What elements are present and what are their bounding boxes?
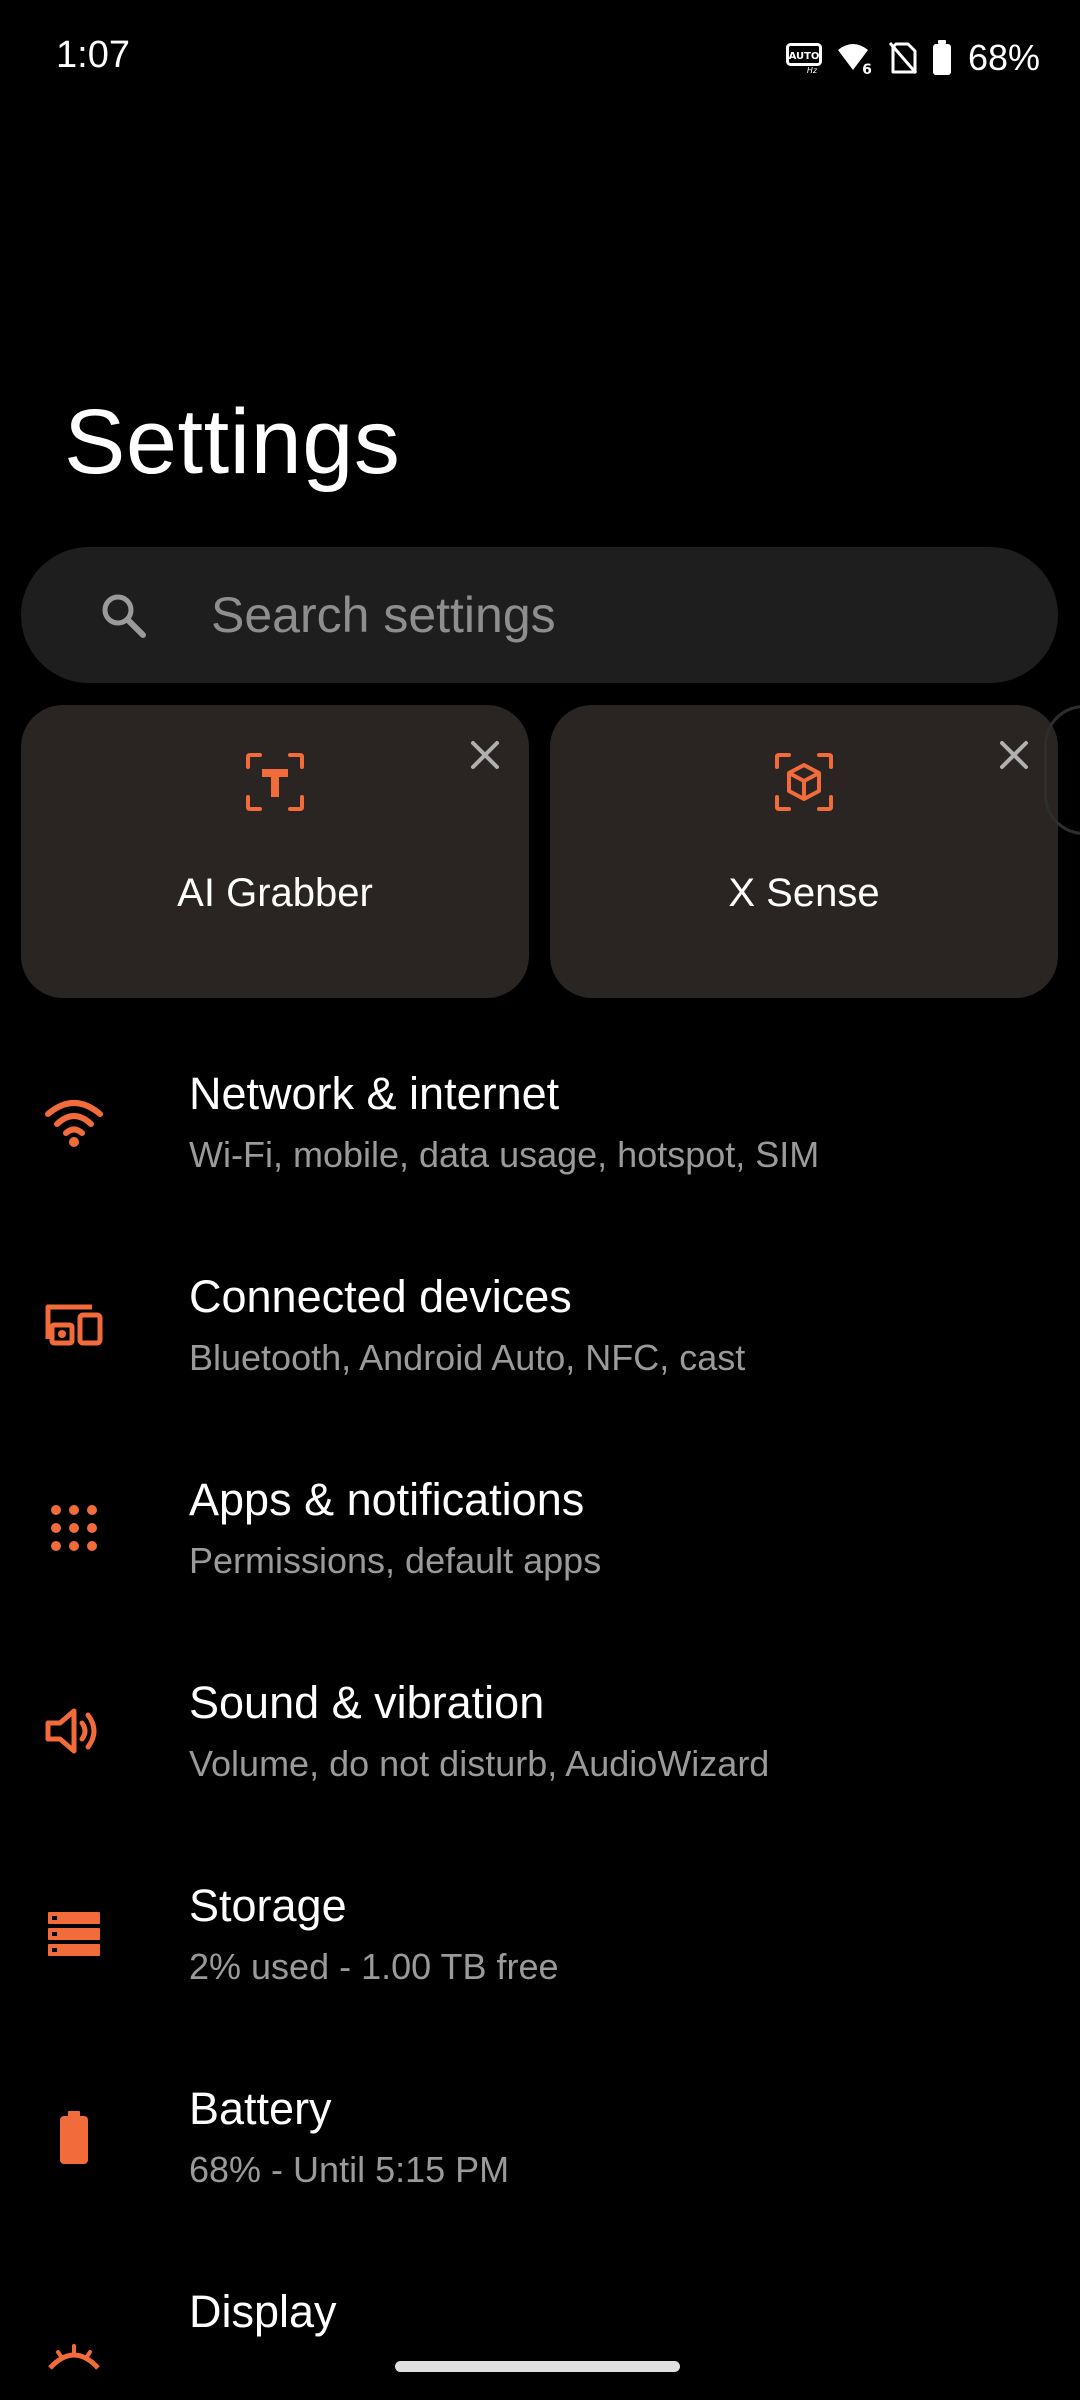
- apps-grid-icon: [42, 1496, 106, 1560]
- battery-percent: 68%: [967, 37, 1040, 78]
- battery-icon: [932, 40, 952, 76]
- setting-title: Sound & vibration: [189, 1677, 545, 1728]
- setting-display[interactable]: Display: [0, 2258, 1080, 2400]
- status-time: 1:07: [56, 34, 130, 76]
- search-bar[interactable]: [21, 547, 1058, 683]
- page-title: Settings: [64, 391, 401, 493]
- setting-title: Network & internet: [189, 1068, 560, 1119]
- close-icon[interactable]: [992, 733, 1036, 777]
- setting-apps-notifications[interactable]: Apps & notifications Permissions, defaul…: [0, 1446, 1080, 1649]
- speaker-icon: [42, 1699, 106, 1763]
- setting-subtitle: Permissions, default apps: [189, 1540, 602, 1581]
- setting-title: Connected devices: [189, 1271, 572, 1322]
- setting-subtitle: Wi-Fi, mobile, data usage, hotspot, SIM: [189, 1134, 820, 1175]
- setting-subtitle: Volume, do not disturb, AudioWizard: [189, 1743, 770, 1784]
- text-scan-icon: [244, 751, 306, 818]
- wifi-icon: [42, 1090, 106, 1154]
- suggestion-label: AI Grabber: [177, 871, 373, 915]
- setting-subtitle: Bluetooth, Android Auto, NFC, cast: [189, 1337, 746, 1378]
- close-icon[interactable]: [463, 733, 507, 777]
- setting-battery[interactable]: Battery 68% - Until 5:15 PM: [0, 2055, 1080, 2258]
- cube-scan-icon: [773, 751, 835, 818]
- search-icon: [99, 591, 147, 644]
- setting-connected-devices[interactable]: Connected devices Bluetooth, Android Aut…: [0, 1243, 1080, 1446]
- status-bar: 1:07 AUTO Hz 6 68%: [0, 0, 1080, 116]
- suggestion-label: X Sense: [728, 871, 880, 915]
- battery-icon: [42, 2105, 106, 2169]
- storage-icon: [42, 1902, 106, 1966]
- gesture-nav-handle[interactable]: [395, 2361, 680, 2372]
- setting-sound-vibration[interactable]: Sound & vibration Volume, do not disturb…: [0, 1649, 1080, 1852]
- svg-text:Hz: Hz: [807, 66, 818, 73]
- setting-title: Display: [189, 2286, 337, 2337]
- suggestion-card-x-sense[interactable]: X Sense: [550, 705, 1058, 998]
- status-icons: AUTO Hz 6 68%: [785, 30, 1040, 86]
- setting-title: Storage: [189, 1880, 347, 1931]
- no-sim-icon: [888, 41, 918, 75]
- setting-title: Battery: [189, 2083, 332, 2134]
- next-card-peek: [1044, 705, 1080, 835]
- search-input[interactable]: [211, 547, 1011, 683]
- devices-icon: [42, 1293, 106, 1357]
- setting-subtitle: 68% - Until 5:15 PM: [189, 2149, 510, 2190]
- suggestion-card-ai-grabber[interactable]: AI Grabber: [21, 705, 529, 998]
- setting-network-internet[interactable]: Network & internet Wi-Fi, mobile, data u…: [0, 1040, 1080, 1243]
- display-icon: [42, 2308, 106, 2372]
- wifi-6-icon: 6: [836, 40, 874, 76]
- setting-title: Apps & notifications: [189, 1474, 585, 1525]
- refresh-rate-auto-icon: AUTO Hz: [785, 43, 822, 73]
- svg-text:AUTO: AUTO: [789, 51, 820, 62]
- svg-text:6: 6: [862, 62, 872, 76]
- setting-storage[interactable]: Storage 2% used - 1.00 TB free: [0, 1852, 1080, 2055]
- setting-subtitle: 2% used - 1.00 TB free: [189, 1946, 559, 1987]
